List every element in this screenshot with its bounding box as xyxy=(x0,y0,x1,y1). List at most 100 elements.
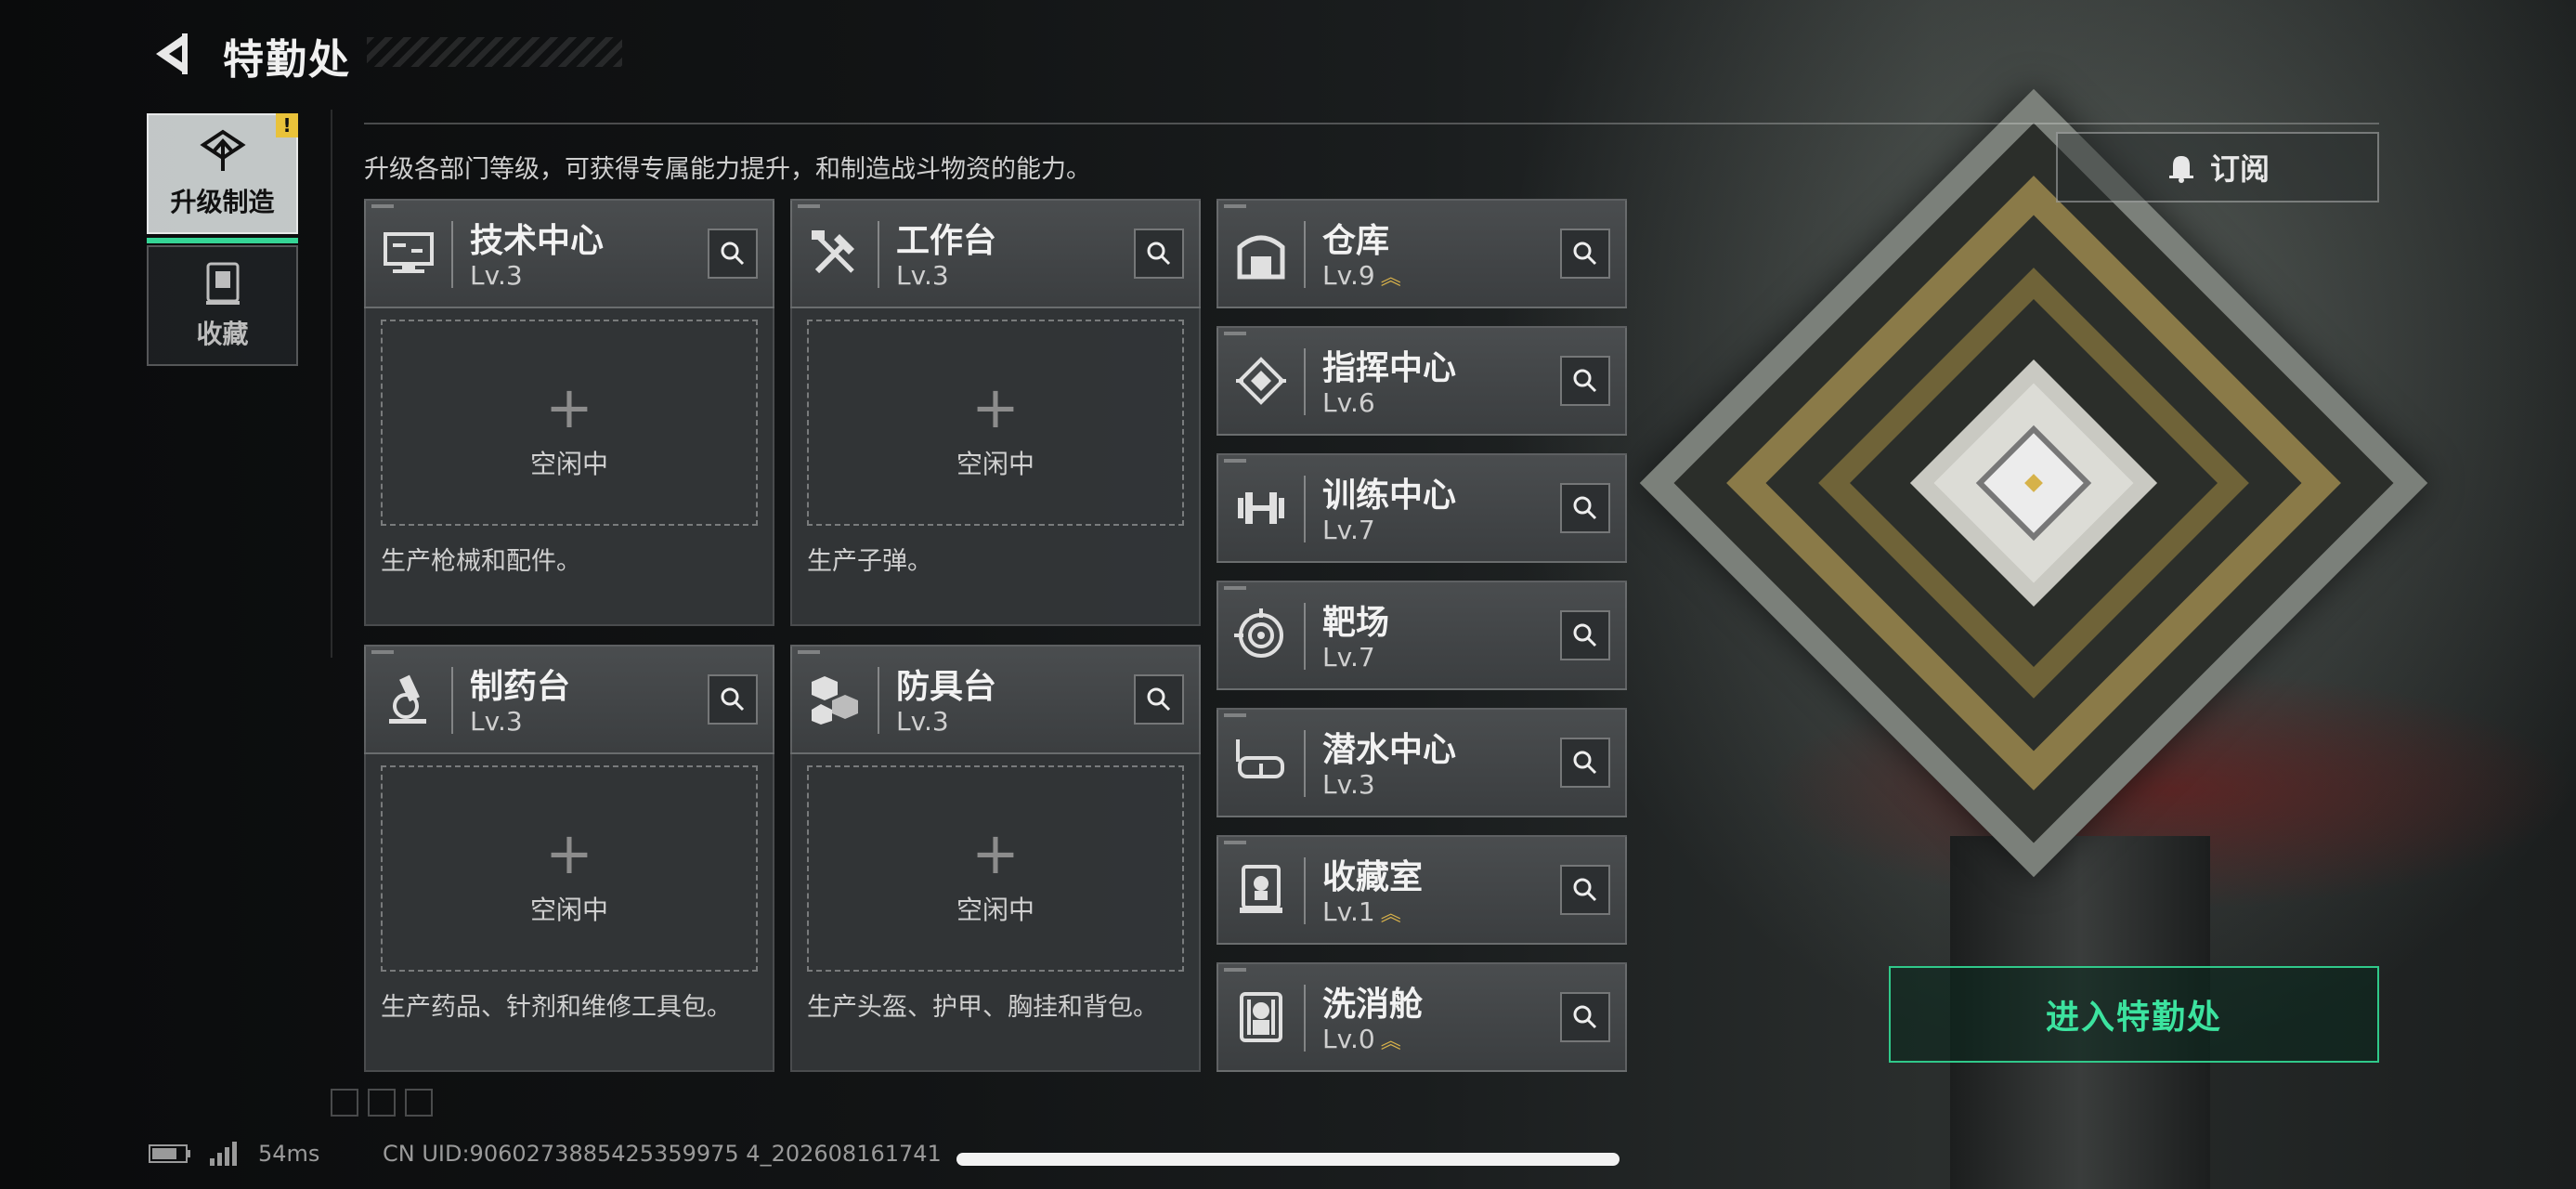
ping-value: 54ms xyxy=(258,1141,320,1167)
facility-level: Lv.3 xyxy=(470,260,523,291)
page-title: 特勤处 xyxy=(223,36,351,84)
monitor-icon xyxy=(379,219,438,288)
facility-level: Lv.9 xyxy=(1322,260,1375,291)
warehouse-icon xyxy=(1231,219,1291,288)
upgrade-arrow-icon: ︽ xyxy=(1380,903,1401,926)
facility-name: 制药台 xyxy=(470,668,571,706)
facility-card-command-center[interactable]: 指挥中心 Lv.6 xyxy=(1216,326,1627,436)
facility-card-diving-center[interactable]: 潜水中心 Lv.3 xyxy=(1216,708,1627,817)
facility-name: 技术中心 xyxy=(470,222,605,260)
facility-card-pharmacy[interactable]: 制药台 Lv.3 xyxy=(364,645,774,754)
title-decoration xyxy=(367,37,622,67)
facility-level: Lv.3 xyxy=(896,706,949,737)
target-icon xyxy=(1231,601,1291,670)
upgrade-arrow-icon: ︽ xyxy=(1380,267,1401,290)
plus-icon: + xyxy=(545,819,593,887)
dumbbell-icon xyxy=(1231,474,1291,542)
tab-collection[interactable]: 收藏 xyxy=(147,245,298,366)
facility-note: 生产药品、针剂和维修工具包。 xyxy=(381,993,732,1022)
facility-name: 防具台 xyxy=(896,668,997,706)
search-button[interactable] xyxy=(1560,610,1610,660)
tab-label: 收藏 xyxy=(196,319,249,349)
production-slot-panel: + 空闲中 生产子弹。 xyxy=(790,308,1201,626)
search-button[interactable] xyxy=(1560,483,1610,533)
facility-note: 生产枪械和配件。 xyxy=(381,547,581,576)
production-slot[interactable]: + 空闲中 xyxy=(807,765,1184,972)
slot-status: 空闲中 xyxy=(529,895,608,925)
slot-status: 空闲中 xyxy=(529,449,608,479)
plus-icon: + xyxy=(545,373,593,441)
facility-name: 仓库 xyxy=(1322,222,1390,260)
search-button[interactable] xyxy=(1560,229,1610,279)
divider xyxy=(364,123,2379,124)
back-arrow-icon[interactable] xyxy=(149,30,191,78)
facility-level: Lv.3 xyxy=(896,260,949,291)
search-icon xyxy=(721,687,745,712)
search-icon xyxy=(1147,687,1171,712)
facility-note: 生产子弹。 xyxy=(807,547,932,576)
search-button[interactable] xyxy=(1560,992,1610,1042)
production-slot[interactable]: + 空闲中 xyxy=(807,320,1184,526)
facility-card-decon-chamber[interactable]: 洗消舱 Lv.0 ︽ xyxy=(1216,962,1627,1072)
facility-name: 训练中心 xyxy=(1322,477,1457,515)
search-button[interactable] xyxy=(708,674,758,725)
facility-name: 收藏室 xyxy=(1322,858,1424,896)
search-icon xyxy=(1573,496,1597,520)
tools-icon xyxy=(805,219,865,288)
plus-icon: + xyxy=(971,819,1020,887)
search-button[interactable] xyxy=(708,229,758,279)
facility-level: Lv.6 xyxy=(1322,387,1375,418)
enter-special-ops-button[interactable]: 进入特勤处 xyxy=(1889,966,2379,1063)
decoration-squares xyxy=(331,1089,433,1117)
search-button[interactable] xyxy=(1134,229,1184,279)
status-bar: 54ms xyxy=(149,1141,319,1167)
facility-card-training-center[interactable]: 训练中心 Lv.7 xyxy=(1216,453,1627,563)
collection-icon xyxy=(205,262,240,305)
bell-icon xyxy=(2168,156,2193,183)
facility-level: Lv.0 xyxy=(1322,1024,1375,1054)
facility-level: Lv.7 xyxy=(1322,515,1375,545)
cube-structure xyxy=(1639,88,2428,878)
facility-card-tech-center[interactable]: 技术中心 Lv.3 xyxy=(364,199,774,308)
subscribe-label: 订阅 xyxy=(2209,151,2270,187)
search-icon xyxy=(1573,878,1597,902)
facility-level: Lv.3 xyxy=(1322,769,1375,800)
search-button[interactable] xyxy=(1134,674,1184,725)
facility-card-collection-room[interactable]: 收藏室 Lv.1 ︽ xyxy=(1216,835,1627,945)
tab-upgrade-craft[interactable]: ! 升级制造 xyxy=(147,113,298,243)
production-slot-panel: + 空闲中 生产药品、针剂和维修工具包。 xyxy=(364,754,774,1072)
alert-badge: ! xyxy=(276,113,298,137)
production-slot-panel: + 空闲中 生产枪械和配件。 xyxy=(364,308,774,626)
home-indicator[interactable] xyxy=(956,1153,1620,1166)
plus-icon: + xyxy=(971,373,1020,441)
facility-card-shooting-range[interactable]: 靶场 Lv.7 xyxy=(1216,581,1627,690)
search-icon xyxy=(1573,751,1597,775)
facility-note: 生产头盔、护甲、胸挂和背包。 xyxy=(807,993,1158,1022)
search-button[interactable] xyxy=(1560,865,1610,915)
facility-name: 指挥中心 xyxy=(1322,349,1457,387)
production-slot[interactable]: + 空闲中 xyxy=(381,765,758,972)
collection-room-icon xyxy=(1231,856,1291,924)
search-button[interactable] xyxy=(1560,738,1610,788)
page-description: 升级各部门等级，可获得专属能力提升，和制造战斗物资的能力。 xyxy=(364,155,1091,184)
chip-icon xyxy=(1231,346,1291,415)
tab-label: 升级制造 xyxy=(170,187,275,217)
facility-name: 洗消舱 xyxy=(1322,986,1424,1024)
search-icon xyxy=(721,242,745,266)
upgrade-arrow-icon: ︽ xyxy=(1380,1030,1401,1053)
production-slot[interactable]: + 空闲中 xyxy=(381,320,758,526)
slot-status: 空闲中 xyxy=(956,449,1034,479)
facility-level: Lv.3 xyxy=(470,706,523,737)
facility-card-armor-bench[interactable]: 防具台 Lv.3 xyxy=(790,645,1201,754)
facility-name: 靶场 xyxy=(1322,604,1390,642)
search-icon xyxy=(1573,1005,1597,1029)
search-icon xyxy=(1147,242,1171,266)
facility-card-workbench[interactable]: 工作台 Lv.3 xyxy=(790,199,1201,308)
slot-status: 空闲中 xyxy=(956,895,1034,925)
decon-icon xyxy=(1231,983,1291,1052)
user-uid: CN UID:9060273885425359975 4_20260816174… xyxy=(383,1141,942,1167)
battery-icon xyxy=(149,1144,190,1163)
facility-card-warehouse[interactable]: 仓库 Lv.9 ︽ xyxy=(1216,199,1627,308)
subscribe-button[interactable]: 订阅 xyxy=(2056,132,2379,203)
search-button[interactable] xyxy=(1560,356,1610,406)
